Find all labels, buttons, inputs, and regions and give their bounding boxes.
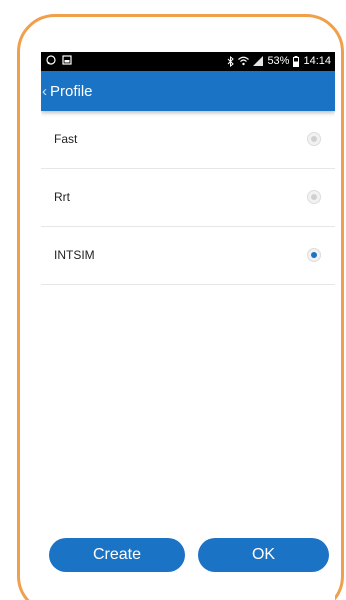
profile-label: Rrt	[54, 190, 70, 204]
profile-label: INTSIM	[54, 248, 95, 262]
back-chevron-icon[interactable]: ‹	[42, 84, 47, 99]
profile-radio[interactable]	[307, 132, 321, 146]
bluetooth-icon	[227, 55, 235, 67]
whatsapp-icon	[46, 55, 56, 65]
gallery-icon	[62, 55, 72, 65]
signal-icon	[253, 56, 264, 66]
profile-item-fast[interactable]: Fast	[41, 111, 335, 169]
profile-radio[interactable]	[307, 190, 321, 204]
profile-label: Fast	[54, 132, 78, 146]
phone-screen: 53% 14:14 ‹ Profile Fast Rrt INTSIM	[41, 52, 335, 600]
status-bar: 53% 14:14	[41, 52, 335, 71]
battery-icon	[293, 55, 300, 67]
profile-item-rrt[interactable]: Rrt	[41, 169, 335, 227]
profile-item-intsim[interactable]: INTSIM	[41, 227, 335, 285]
page-title[interactable]: Profile	[50, 83, 93, 100]
profile-list: Fast Rrt INTSIM	[41, 111, 335, 285]
profile-radio[interactable]	[307, 248, 321, 262]
create-button[interactable]: Create	[49, 538, 185, 572]
app-bar: ‹ Profile	[41, 71, 335, 111]
battery-percent: 53%	[267, 55, 290, 67]
page: 53% 14:14 ‹ Profile Fast Rrt INTSIM Crea…	[0, 0, 346, 600]
ok-button[interactable]: OK	[198, 538, 329, 572]
wifi-icon	[238, 56, 250, 66]
status-time: 14:14	[303, 55, 331, 67]
